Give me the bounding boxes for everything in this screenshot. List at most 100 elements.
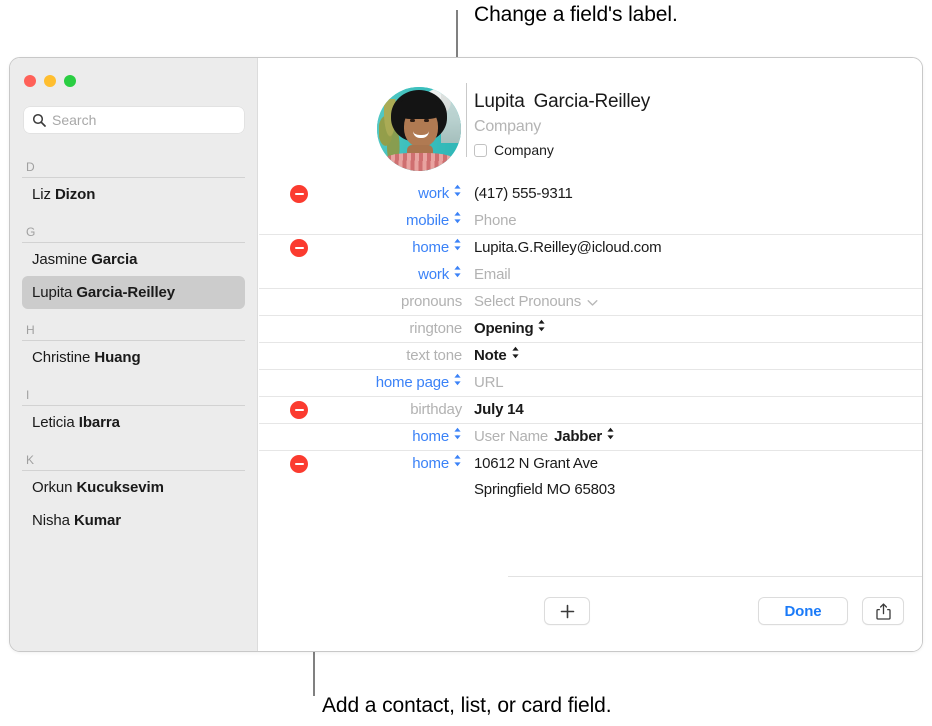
avatar[interactable] xyxy=(377,87,461,171)
stepper-icon[interactable] xyxy=(511,346,520,359)
field-row-phone-work[interactable]: work (417) 555-9311 xyxy=(259,180,922,207)
field-value-ringtone[interactable]: Opening xyxy=(462,316,922,342)
contact-list[interactable]: D Liz Dizon G Jasmine Garcia Lupita Garc… xyxy=(10,146,257,651)
field-value-email-work[interactable]: Email xyxy=(462,262,922,288)
field-value-email-home[interactable]: Lupita.G.Reilley@icloud.com xyxy=(462,235,922,261)
search-input[interactable]: Search xyxy=(52,113,96,127)
contact-full-name: Lupita Garcia-Reilley xyxy=(474,91,650,113)
stepper-icon[interactable] xyxy=(453,211,462,224)
delete-field-address-home[interactable] xyxy=(290,455,308,473)
name-block: Lupita Garcia-Reilley Company Company xyxy=(474,91,650,158)
company-checkbox-row[interactable]: Company xyxy=(474,142,650,158)
field-row-pronouns[interactable]: pronouns Select Pronouns xyxy=(259,288,922,315)
field-value-text-tone[interactable]: Note xyxy=(462,343,922,369)
stepper-icon[interactable] xyxy=(453,238,462,251)
close-window-button[interactable] xyxy=(24,75,36,87)
stepper-icon[interactable] xyxy=(453,184,462,197)
share-icon xyxy=(876,603,891,620)
field-label-instant-message[interactable]: home xyxy=(259,424,462,450)
field-row-email-work[interactable]: work Email xyxy=(259,261,922,288)
contact-last-name: Kucuksevim xyxy=(76,479,163,496)
field-value-phone-mobile[interactable]: Phone xyxy=(462,208,922,234)
contact-last-name: Garcia-Reilley xyxy=(76,284,175,301)
stepper-icon[interactable] xyxy=(453,265,462,278)
stepper-icon[interactable] xyxy=(453,454,462,467)
group-header-g: G xyxy=(22,211,245,243)
field-label-text: work xyxy=(418,185,449,202)
field-row-home-page[interactable]: home page URL xyxy=(259,369,922,396)
search-icon xyxy=(32,113,46,127)
minimize-window-button[interactable] xyxy=(44,75,56,87)
field-value-pronouns[interactable]: Select Pronouns xyxy=(462,289,922,315)
field-value-address-home[interactable]: 10612 N Grant Ave Springfield MO 65803 xyxy=(462,451,922,503)
delete-field-birthday[interactable] xyxy=(290,401,308,419)
stepper-icon[interactable] xyxy=(606,427,615,440)
contact-row-leticia-ibarra[interactable]: Leticia Ibarra xyxy=(22,406,245,439)
field-list: work (417) 555-9311 mobile Phone home Lu… xyxy=(259,180,922,503)
contact-row-lupita-garcia-reilley[interactable]: Lupita Garcia-Reilley xyxy=(22,276,245,309)
contact-first-name: Nisha xyxy=(32,512,70,529)
done-button[interactable]: Done xyxy=(758,597,848,625)
instant-message-service[interactable]: Jabber xyxy=(554,428,602,445)
contact-row-orkun-kucuksevim[interactable]: Orkun Kucuksevim xyxy=(22,471,245,504)
ringtone-selected-text: Opening xyxy=(474,320,533,337)
zoom-window-button[interactable] xyxy=(64,75,76,87)
contact-row-christine-huang[interactable]: Christine Huang xyxy=(22,341,245,374)
stepper-icon[interactable] xyxy=(453,373,462,386)
address-street: 10612 N Grant Ave xyxy=(474,451,922,477)
company-checkbox-label: Company xyxy=(494,142,554,158)
field-value-home-page[interactable]: URL xyxy=(462,370,922,396)
first-name-field[interactable]: Lupita xyxy=(474,91,525,112)
avatar-hair-front xyxy=(397,97,441,119)
delete-field-email-home[interactable] xyxy=(290,239,308,257)
instant-message-username-placeholder[interactable]: User Name xyxy=(474,428,548,445)
card-toolbar: Done xyxy=(508,576,922,651)
company-field[interactable]: Company xyxy=(474,118,650,136)
field-label-text: home page xyxy=(376,374,449,391)
contact-last-name: Kumar xyxy=(74,512,121,529)
group-header-i: I xyxy=(22,374,245,406)
field-label-text-tone: text tone xyxy=(259,343,462,369)
field-row-address-home[interactable]: home 10612 N Grant Ave Springfield MO 65… xyxy=(259,450,922,503)
contact-row-nisha-kumar[interactable]: Nisha Kumar xyxy=(22,504,245,537)
field-value-instant-message[interactable]: User Name Jabber xyxy=(462,424,922,450)
chevron-down-icon[interactable] xyxy=(587,299,598,307)
group-header-d: D xyxy=(22,146,245,178)
minus-circle-icon xyxy=(290,185,308,203)
search-field[interactable]: Search xyxy=(24,107,244,133)
minus-circle-icon xyxy=(290,239,308,257)
contact-detail-panel: Lupita Garcia-Reilley Company Company wor… xyxy=(259,58,922,651)
company-checkbox[interactable] xyxy=(474,144,487,157)
text-tone-selected-text: Note xyxy=(474,347,507,364)
field-value-birthday[interactable]: July 14 xyxy=(462,397,922,423)
field-label-phone-mobile[interactable]: mobile xyxy=(259,208,462,234)
field-row-text-tone[interactable]: text tone Note xyxy=(259,342,922,369)
field-label-text: home xyxy=(412,455,449,472)
add-field-button[interactable] xyxy=(544,597,590,625)
contact-first-name: Christine xyxy=(32,349,90,366)
minus-circle-icon xyxy=(290,401,308,419)
avatar-eye-left xyxy=(410,119,415,122)
share-button[interactable] xyxy=(862,597,904,625)
contact-first-name: Leticia xyxy=(32,414,75,431)
field-label-home-page[interactable]: home page xyxy=(259,370,462,396)
contact-row-jasmine-garcia[interactable]: Jasmine Garcia xyxy=(22,243,245,276)
group-header-k: K xyxy=(22,439,245,471)
field-value-phone-work[interactable]: (417) 555-9311 xyxy=(462,181,922,207)
contact-card-header: Lupita Garcia-Reilley Company Company xyxy=(259,58,922,180)
field-row-email-home[interactable]: home Lupita.G.Reilley@icloud.com xyxy=(259,234,922,261)
contact-last-name: Dizon xyxy=(55,186,95,203)
field-row-birthday[interactable]: birthday July 14 xyxy=(259,396,922,423)
stepper-icon[interactable] xyxy=(537,319,546,332)
field-row-instant-message[interactable]: home User Name Jabber xyxy=(259,423,922,450)
last-name-field[interactable]: Garcia-Reilley xyxy=(534,91,651,112)
contact-first-name: Lupita xyxy=(32,284,72,301)
field-row-phone-mobile[interactable]: mobile Phone xyxy=(259,207,922,234)
contact-row-liz-dizon[interactable]: Liz Dizon xyxy=(22,178,245,211)
field-row-ringtone[interactable]: ringtone Opening xyxy=(259,315,922,342)
stepper-icon[interactable] xyxy=(453,427,462,440)
contact-first-name: Orkun xyxy=(32,479,72,496)
callout-top-text: Change a field's label. xyxy=(474,3,678,27)
field-label-email-work[interactable]: work xyxy=(259,262,462,288)
delete-field-phone-work[interactable] xyxy=(290,185,308,203)
